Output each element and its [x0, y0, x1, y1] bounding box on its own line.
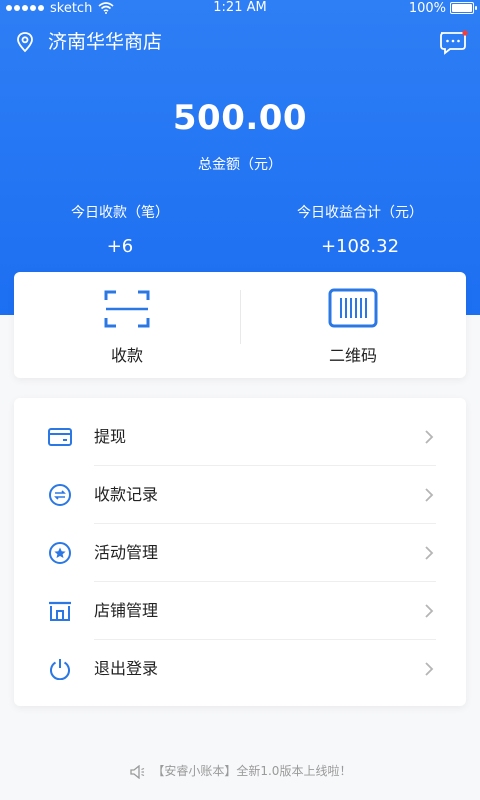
collect-payment-label: 收款	[110, 346, 143, 365]
scan-icon	[104, 290, 150, 328]
store-name[interactable]: 济南华华商店	[48, 30, 162, 54]
chevron-right-icon	[425, 662, 434, 676]
exchange-icon	[49, 484, 71, 506]
card-icon	[48, 428, 72, 446]
today-count-label: 今日收款（笔）	[71, 205, 169, 221]
message-icon[interactable]	[438, 29, 468, 55]
status-bar: sketch 1:21 AM 100%	[0, 0, 480, 16]
menu-label-store-management: 店铺管理	[94, 601, 159, 620]
menu-label-activity-management: 活动管理	[94, 543, 159, 562]
today-count-value: +6	[106, 236, 134, 257]
chevron-right-icon	[425, 430, 434, 444]
location-pin-icon[interactable]	[14, 31, 36, 53]
menu-card: 提现 收款记录 活动管理 店铺管理 退出登录	[14, 398, 466, 706]
qr-code-label: 二维码	[328, 346, 377, 365]
quick-actions-card: 收款 二维码	[14, 272, 466, 378]
battery-percent: 100%	[408, 0, 446, 16]
store-icon	[49, 601, 71, 621]
barcode-icon	[328, 288, 378, 328]
menu-label-payment-records: 收款记录	[94, 485, 159, 504]
chevron-right-icon	[425, 488, 434, 502]
menu-item-withdraw[interactable]: 提现	[14, 408, 466, 466]
speaker-icon	[129, 764, 144, 779]
chevron-right-icon	[425, 546, 434, 560]
menu-item-activity-management[interactable]: 活动管理	[14, 524, 466, 582]
menu-item-logout[interactable]: 退出登录	[14, 640, 466, 698]
total-amount-label: 总金额（元）	[198, 157, 282, 173]
power-icon	[50, 659, 70, 680]
qr-code-button[interactable]: 二维码	[240, 272, 466, 378]
menu-label-logout: 退出登录	[94, 659, 159, 678]
announcement-text: 【安睿小账本】全新1.0版本上线啦！	[152, 764, 352, 778]
top-bar: 济南华华商店	[0, 24, 480, 60]
menu-item-store-management[interactable]: 店铺管理	[14, 582, 466, 640]
chevron-right-icon	[425, 604, 434, 618]
collect-payment-button[interactable]: 收款	[14, 272, 240, 378]
star-icon	[49, 542, 71, 564]
announcement-bar[interactable]: 【安睿小账本】全新1.0版本上线啦！	[0, 762, 480, 779]
total-amount: 500.00	[172, 98, 308, 138]
today-count-stat: 今日收款（笔） +6	[0, 204, 240, 258]
menu-item-payment-records[interactable]: 收款记录	[14, 466, 466, 524]
battery-icon	[450, 2, 477, 14]
today-income-value: +108.32	[320, 236, 400, 257]
today-income-stat: 今日收益合计（元） +108.32	[240, 204, 480, 258]
today-income-label: 今日收益合计（元）	[297, 205, 423, 221]
menu-label-withdraw: 提现	[94, 427, 127, 446]
